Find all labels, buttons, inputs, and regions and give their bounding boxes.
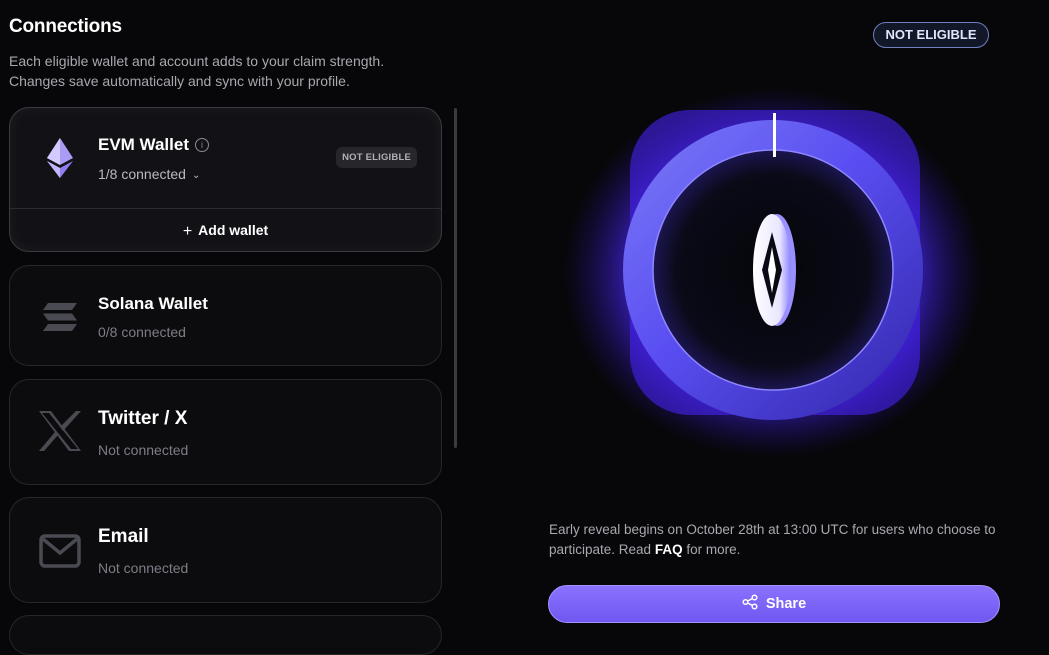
connection-card-partial[interactable] bbox=[9, 615, 442, 655]
page-subtitle: Each eligible wallet and account adds to… bbox=[9, 51, 449, 91]
connection-status-dropdown[interactable]: 1/8 connected ⌄ bbox=[98, 166, 200, 182]
connection-status: 0/8 connected bbox=[98, 324, 186, 340]
eligibility-badge: NOT ELIGIBLE bbox=[336, 147, 417, 168]
plus-icon: + bbox=[182, 223, 193, 240]
card-divider bbox=[10, 208, 441, 209]
connection-card-evm[interactable]: EVM Wallet i 1/8 connected ⌄ NOT ELIGIBLE … bbox=[9, 107, 442, 252]
share-button[interactable]: Share bbox=[548, 585, 1000, 623]
mail-icon bbox=[38, 529, 82, 573]
connection-name: Email bbox=[98, 526, 149, 547]
chevron-down-icon: ⌄ bbox=[191, 170, 201, 181]
info-icon[interactable]: i bbox=[195, 138, 209, 152]
connection-card-solana[interactable]: Solana Wallet 0/8 connected bbox=[9, 265, 442, 366]
connection-name: EVM Wallet bbox=[98, 135, 189, 154]
connection-status: Not connected bbox=[98, 442, 189, 458]
x-icon bbox=[38, 409, 82, 453]
page-title: Connections bbox=[9, 16, 122, 37]
subtitle-line-1: Each eligible wallet and account adds to… bbox=[9, 53, 385, 69]
eligibility-status-badge: NOT ELIGIBLE bbox=[873, 22, 989, 48]
early-reveal-note: Early reveal begins on October 28th at 1… bbox=[549, 520, 999, 560]
solana-icon bbox=[38, 295, 82, 339]
share-icon bbox=[742, 594, 758, 614]
connection-status: 1/8 connected bbox=[98, 166, 186, 182]
note-text: Early reveal begins on October 28th at 1… bbox=[549, 522, 996, 557]
connection-status: Not connected bbox=[98, 560, 189, 576]
connection-card-twitter[interactable]: Twitter / X Not connected bbox=[9, 379, 442, 485]
ethereum-icon bbox=[38, 136, 82, 180]
connection-name: Twitter / X bbox=[98, 408, 188, 429]
claim-strength-ring bbox=[560, 85, 990, 465]
subtitle-line-2: Changes save automatically and sync with… bbox=[9, 73, 350, 89]
list-scrollbar[interactable] bbox=[454, 108, 457, 448]
add-wallet-button[interactable]: + Add wallet bbox=[10, 222, 441, 241]
connection-name: Solana Wallet bbox=[98, 294, 208, 313]
share-label: Share bbox=[765, 596, 807, 612]
note-text-end: for more. bbox=[682, 542, 741, 557]
faq-link[interactable]: FAQ bbox=[655, 542, 683, 557]
connection-card-email[interactable]: Email Not connected bbox=[9, 497, 442, 603]
add-wallet-label: Add wallet bbox=[198, 222, 269, 238]
ring-graphic bbox=[563, 88, 983, 458]
